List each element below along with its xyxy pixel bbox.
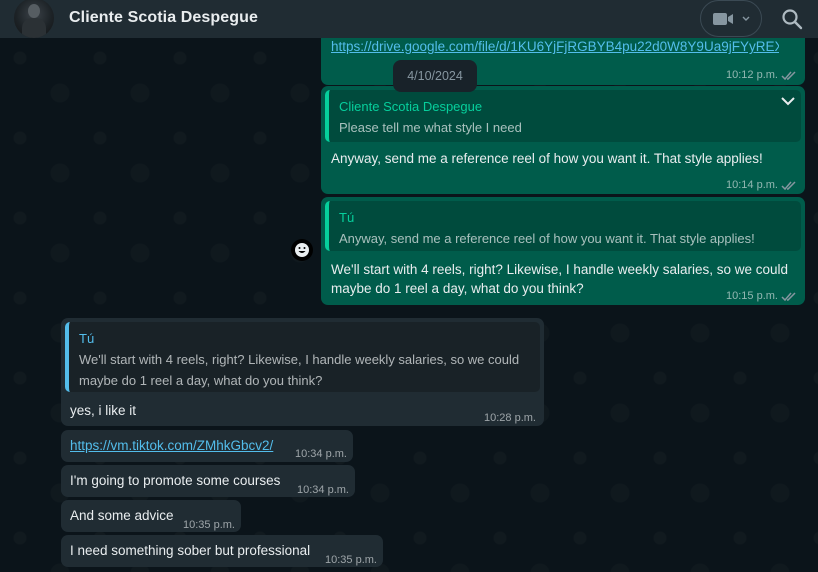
quoted-text: Please tell me what style I need — [339, 120, 522, 135]
double-check-icon — [781, 181, 796, 191]
smiley-icon — [295, 243, 309, 257]
double-check-icon — [781, 71, 796, 81]
message-text: I'm going to promote some courses — [70, 473, 281, 488]
quoted-message[interactable]: Cliente Scotia Despegue Please tell me w… — [325, 90, 801, 142]
message-bubble-outgoing[interactable]: Cliente Scotia Despegue Please tell me w… — [321, 86, 805, 194]
video-camera-icon — [713, 12, 733, 25]
message-text-line-1: We'll start with 4 reels, right? Likewis… — [331, 262, 789, 277]
message-text: I need something sober but professional — [70, 543, 311, 558]
message-menu-chevron-icon[interactable] — [780, 96, 796, 108]
message-bubble-outgoing[interactable]: Tú Anyway, send me a reference reel of h… — [321, 197, 805, 305]
message-text: yes, i like it — [70, 403, 137, 418]
quoted-sender: Tú — [339, 210, 355, 225]
quoted-text-line-2: maybe do 1 reel a day, what do you think… — [79, 373, 323, 388]
chat-header: Cliente Scotia Despegue — [0, 0, 818, 38]
quoted-sender: Cliente Scotia Despegue — [339, 99, 483, 114]
avatar-icon[interactable] — [14, 0, 54, 38]
double-check-icon — [781, 292, 796, 302]
message-time: 10:35 p.m. — [183, 519, 235, 531]
quoted-text-line-1: We'll start with 4 reels, right? Likewis… — [79, 352, 520, 367]
reaction-emoji-button[interactable] — [291, 239, 313, 261]
message-time: 10:34 p.m. — [295, 448, 347, 460]
search-icon[interactable] — [780, 7, 804, 31]
quoted-message[interactable]: Tú Anyway, send me a reference reel of h… — [325, 201, 801, 251]
video-call-button[interactable] — [700, 0, 762, 37]
chat-area[interactable]: https://drive.google.com/file/d/1KU6YjFj… — [0, 38, 818, 572]
message-bubble-incoming[interactable]: Tú We'll start with 4 reels, right? Like… — [61, 318, 544, 426]
message-text: Anyway, send me a reference reel of how … — [331, 151, 763, 166]
message-meta: 10:28 p.m. — [484, 409, 536, 428]
chevron-down-icon — [742, 16, 750, 21]
quoted-sender: Tú — [79, 331, 95, 346]
message-meta: 10:15 p.m. — [726, 287, 797, 306]
message-bubble-incoming[interactable]: I'm going to promote some courses 10:34 … — [61, 465, 355, 497]
message-meta: 10:35 p.m. — [325, 551, 377, 570]
message-meta: 10:34 p.m. — [297, 481, 349, 500]
message-time: 10:35 p.m. — [325, 554, 377, 566]
message-time: 10:15 p.m. — [726, 290, 778, 302]
message-text-line-2: maybe do 1 reel a day, what do you think… — [331, 281, 584, 296]
message-link[interactable]: https://drive.google.com/file/d/1KU6YjFj… — [331, 38, 779, 56]
contact-name[interactable]: Cliente Scotia Despegue — [69, 9, 258, 27]
date-separator: 4/10/2024 — [393, 60, 477, 92]
message-link[interactable]: https://vm.tiktok.com/ZMhkGbcv2/ — [70, 436, 273, 455]
quoted-text: Anyway, send me a reference reel of how … — [339, 231, 755, 246]
message-meta: 10:14 p.m. — [726, 176, 797, 195]
message-meta: 10:34 p.m. — [295, 445, 347, 464]
quoted-message[interactable]: Tú We'll start with 4 reels, right? Like… — [65, 322, 540, 392]
message-bubble-incoming[interactable]: https://vm.tiktok.com/ZMhkGbcv2/ 10:34 p… — [61, 430, 353, 462]
message-bubble-incoming[interactable]: And some advice 10:35 p.m. — [61, 500, 241, 532]
message-meta: 10:12 p.m. — [726, 66, 797, 85]
message-time: 10:34 p.m. — [297, 484, 349, 496]
message-time: 10:12 p.m. — [726, 69, 778, 81]
message-time: 10:28 p.m. — [484, 412, 536, 424]
message-text: And some advice — [70, 508, 174, 523]
message-time: 10:14 p.m. — [726, 179, 778, 191]
message-bubble-incoming[interactable]: I need something sober but professional … — [61, 535, 383, 567]
message-meta: 10:35 p.m. — [183, 516, 235, 535]
